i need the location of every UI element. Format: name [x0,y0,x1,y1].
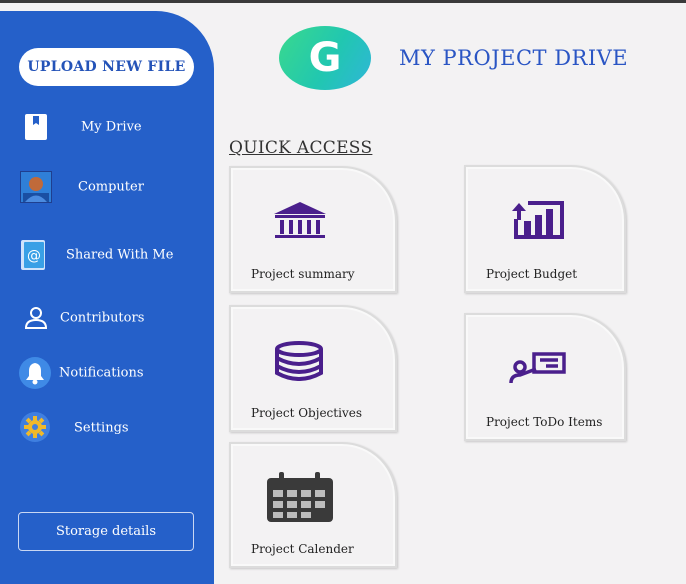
bar-chart-icon [510,199,566,241]
at-sign-icon: @ [21,240,45,270]
calendar-icon [265,472,335,522]
card-label: Project Budget [486,267,578,281]
card-label: Project summary [251,267,355,281]
sidebar-item-my-drive[interactable]: My Drive [0,107,214,147]
app-logo: G [279,26,371,90]
sidebar: UPLOAD NEW FILE My Drive Computer @ Shar… [0,11,214,584]
card-project-calender[interactable]: Project Calender [229,442,397,568]
sidebar-item-computer[interactable]: Computer [0,167,214,207]
upload-new-file-button[interactable]: UPLOAD NEW FILE [19,48,194,86]
sidebar-item-label: Contributors [60,310,145,326]
sidebar-item-notifications[interactable]: Notifications [0,353,214,393]
sidebar-item-label: Shared With Me [66,247,174,263]
sidebar-item-label: Computer [78,179,144,195]
sidebar-item-contributors[interactable]: Contributors [0,298,214,338]
sidebar-item-label: Settings [74,420,129,436]
bank-icon [271,200,329,244]
sidebar-item-settings[interactable]: Settings [0,408,214,448]
window-top-border [0,0,686,3]
card-project-summary[interactable]: Project summary [229,166,397,293]
card-label: Project Calender [251,542,354,556]
user-photo-icon [20,171,52,203]
logo-letter: G [308,35,342,81]
quick-access-heading: QUICK ACCESS [229,138,373,158]
sidebar-item-label: My Drive [81,119,142,135]
gear-icon [20,412,50,442]
book-icon [24,114,48,140]
presentation-icon [508,351,568,387]
card-project-objectives[interactable]: Project Objectives [229,305,397,432]
card-project-todo-items[interactable]: Project ToDo Items [464,313,626,441]
card-label: Project Objectives [251,406,362,420]
page-title: MY PROJECT DRIVE [399,46,629,70]
database-icon [273,341,325,381]
svg-text:@: @ [27,248,41,264]
sidebar-item-shared-with-me[interactable]: @ Shared With Me [0,235,214,275]
card-project-budget[interactable]: Project Budget [464,165,626,293]
sidebar-item-label: Notifications [59,365,144,381]
card-label: Project ToDo Items [486,415,603,429]
bell-icon [19,357,51,389]
person-icon [24,306,48,330]
storage-details-button[interactable]: Storage details [18,512,194,551]
